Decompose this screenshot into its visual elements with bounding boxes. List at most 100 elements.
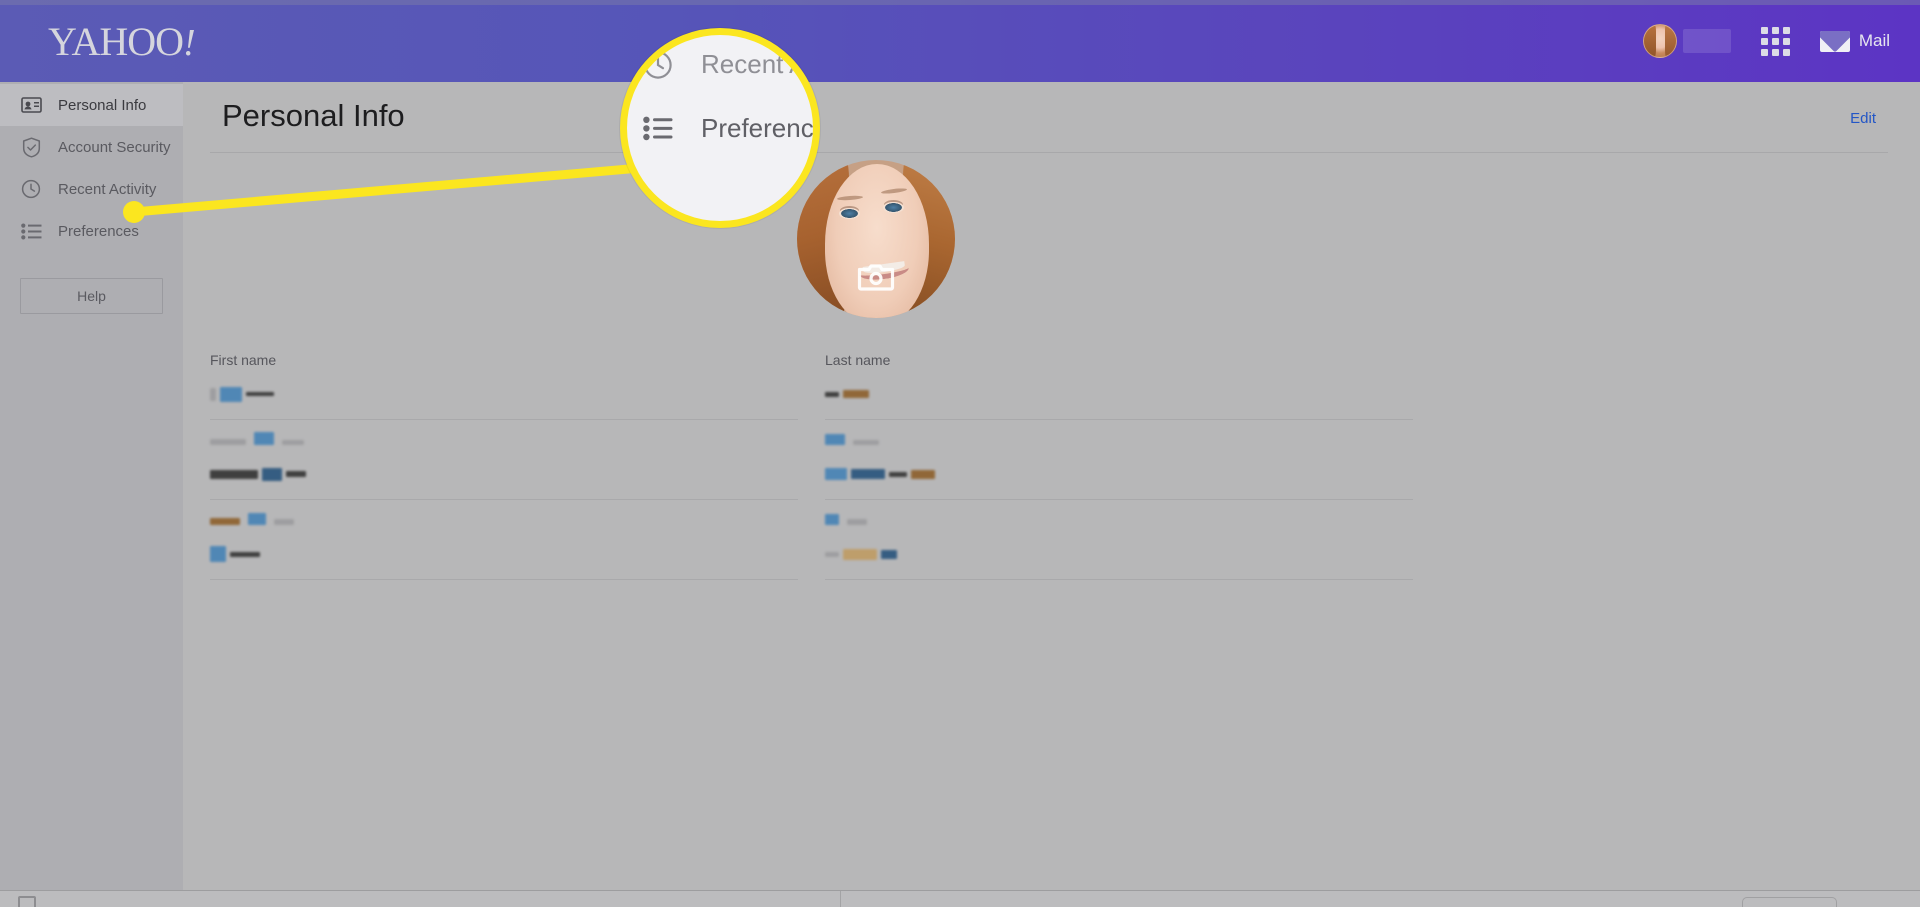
redacted-chunk: [286, 471, 306, 477]
redacted-chunk: [843, 390, 869, 398]
list-bullets-icon: [20, 220, 42, 242]
page-title: Personal Info: [222, 98, 405, 133]
field-label-redacted: [825, 512, 1413, 529]
edit-link[interactable]: Edit: [1850, 110, 1876, 127]
sidebar-item-label: Account Security: [58, 138, 171, 156]
redacted-chunk: [210, 518, 240, 525]
sidebar: Personal Info Account Security Recent Ac…: [0, 82, 183, 890]
camera-icon[interactable]: [857, 262, 895, 291]
apps-dot: [1782, 48, 1790, 56]
redacted-chunk: [210, 546, 226, 562]
field-row3-left[interactable]: [210, 500, 798, 580]
field-row-2: [210, 420, 1888, 500]
apps-dot: [1771, 37, 1779, 45]
apps-dot: [1782, 37, 1790, 45]
first-name-field[interactable]: First name: [210, 340, 798, 420]
field-label-redacted: [210, 512, 798, 529]
yahoo-logo[interactable]: YAHOO!: [48, 18, 196, 65]
field-value-redacted: [210, 463, 798, 485]
redacted-chunk: [825, 551, 839, 557]
shield-check-icon: [20, 136, 42, 158]
apps-dot: [1771, 48, 1779, 56]
apps-grid-icon[interactable]: [1760, 26, 1790, 56]
profile-photo-uploader[interactable]: [797, 160, 955, 318]
magnifier-content: Recent Ac Preferences: [627, 35, 814, 221]
header-top-edge: [0, 0, 1920, 5]
photo-eye-left: [839, 208, 860, 219]
profile-photo: [797, 160, 955, 318]
apps-dot: [1760, 48, 1768, 56]
redacted-chunk: [825, 468, 847, 480]
redacted-chunk: [852, 440, 879, 445]
footer-pill-control[interactable]: [1742, 897, 1837, 907]
account-name-redacted: [1682, 29, 1731, 53]
field-value-redacted: [825, 463, 1413, 485]
header-right-group: Mail: [1642, 0, 1890, 82]
redacted-chunk: [281, 440, 304, 445]
field-row2-right[interactable]: [825, 420, 1413, 500]
apps-dot: [1760, 37, 1768, 45]
title-divider: [210, 152, 1888, 153]
field-row-1: First name Last name: [210, 340, 1888, 420]
redacted-chunk: [825, 391, 839, 397]
mail-label: Mail: [1858, 31, 1890, 50]
sidebar-item-personal-info[interactable]: Personal Info: [0, 84, 183, 126]
help-button[interactable]: Help: [20, 278, 163, 314]
sidebar-item-label: Personal Info: [58, 96, 147, 114]
field-row3-right[interactable]: [825, 500, 1413, 580]
field-row-3: [210, 500, 1888, 580]
app-root: YAHOO! Mail Personal Info Account Securi…: [0, 0, 1920, 907]
footer-divider: [840, 891, 841, 907]
contact-card-icon: [20, 94, 42, 116]
header-account-menu[interactable]: [1642, 24, 1731, 58]
footer-window-icon[interactable]: [18, 896, 36, 907]
field-value-redacted: [825, 383, 1413, 405]
redacted-chunk: [851, 469, 885, 479]
redacted-chunk: [220, 386, 242, 402]
main-content: Personal Info Edit First name Last name: [183, 82, 1920, 890]
redacted-chunk: [843, 548, 877, 560]
redacted-chunk: [911, 469, 935, 479]
field-value-redacted: [825, 543, 1413, 565]
field-label-redacted: [210, 432, 798, 449]
magnified-item-preferences[interactable]: Preferences: [643, 113, 814, 144]
browser-footer: [0, 890, 1920, 907]
field-label: Last name: [825, 352, 891, 368]
sidebar-item-label: Preferences: [58, 222, 139, 240]
yahoo-logo-text: YAHOO: [48, 19, 184, 64]
sidebar-item-label: Recent Activity: [58, 180, 157, 198]
mail-link[interactable]: Mail: [1819, 30, 1890, 52]
field-value-redacted: [210, 543, 798, 565]
field-row2-left[interactable]: [210, 420, 798, 500]
sidebar-item-recent-activity[interactable]: Recent Activity: [0, 168, 183, 210]
apps-dot: [1771, 26, 1779, 34]
top-header-bar: YAHOO! Mail: [0, 0, 1920, 82]
avatar[interactable]: [1642, 24, 1677, 58]
sidebar-item-preferences[interactable]: Preferences: [0, 210, 183, 252]
apps-dot: [1782, 26, 1790, 34]
list-bullets-icon: [643, 114, 673, 144]
photo-eye-right: [883, 202, 904, 213]
redacted-chunk: [247, 513, 266, 525]
magnified-item-recent-activity[interactable]: Recent Ac: [643, 49, 813, 80]
envelope-icon: [1819, 30, 1850, 52]
redacted-chunk: [210, 469, 258, 479]
magnified-label: Preferences: [701, 113, 814, 143]
redacted-chunk: [881, 549, 897, 559]
redacted-chunk: [253, 432, 274, 445]
yahoo-logo-bang: !: [183, 22, 196, 64]
last-name-field[interactable]: Last name: [825, 340, 1413, 420]
sidebar-item-account-security[interactable]: Account Security: [0, 126, 183, 168]
clock-icon: [20, 178, 42, 200]
redacted-chunk: [262, 467, 282, 481]
redacted-chunk: [825, 514, 839, 525]
redacted-chunk: [825, 434, 845, 445]
redacted-chunk: [210, 387, 216, 401]
personal-info-fields: First name Last name: [210, 340, 1888, 580]
redacted-chunk: [889, 471, 907, 477]
redacted-chunk: [846, 519, 867, 525]
redacted-chunk: [230, 551, 260, 557]
field-value-redacted: [210, 383, 798, 405]
apps-dot: [1760, 26, 1768, 34]
redacted-chunk: [246, 392, 274, 396]
